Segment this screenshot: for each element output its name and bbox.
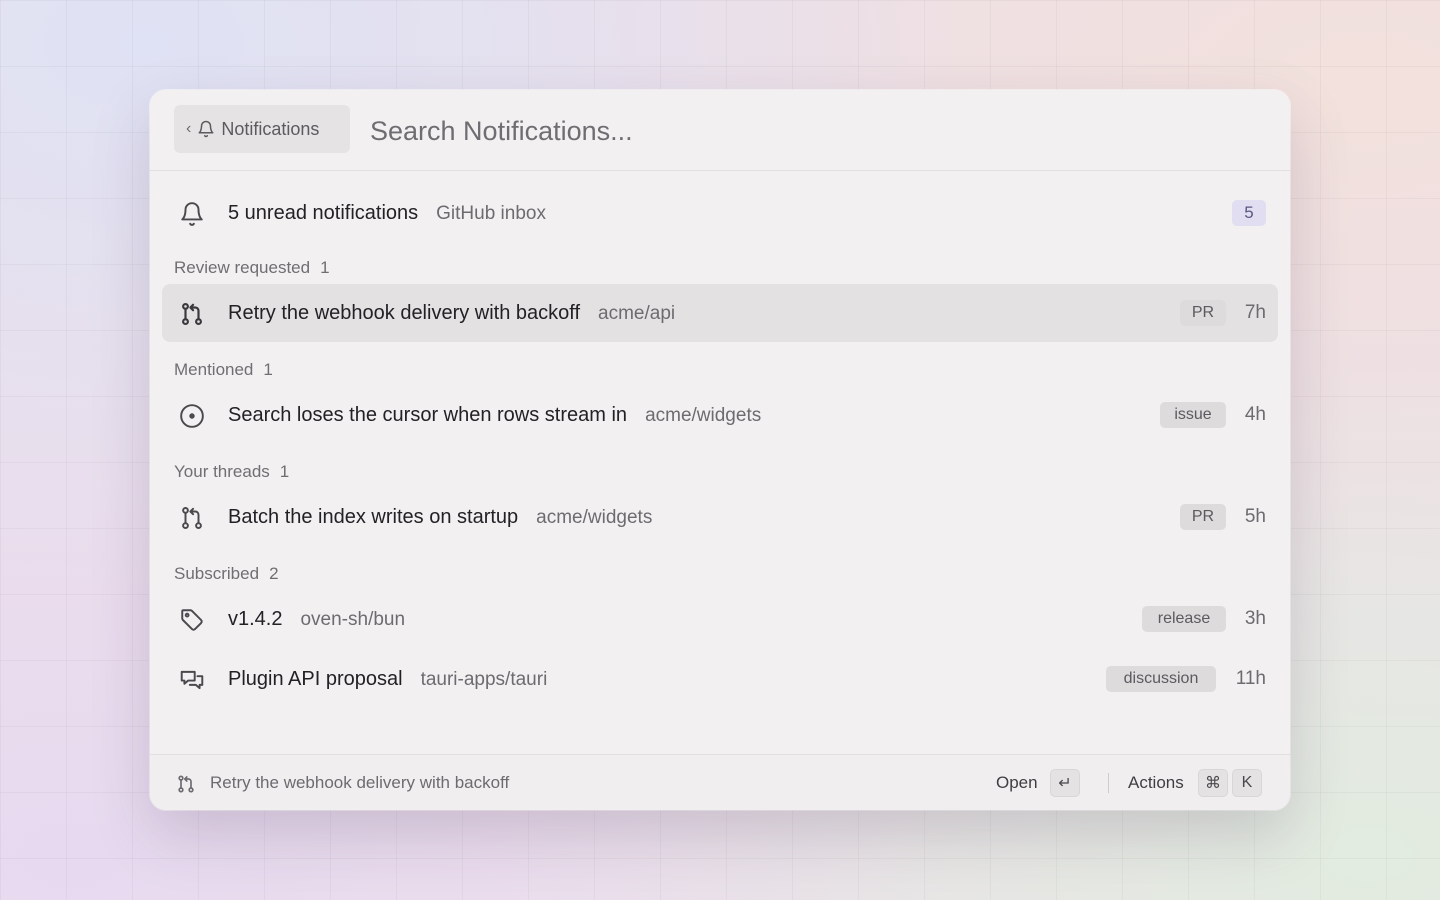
- pull-request-icon: [179, 301, 205, 327]
- section-count: 1: [263, 360, 273, 379]
- notification-age: 5h: [1244, 506, 1266, 527]
- notification-title: Batch the index writes on startup: [228, 505, 519, 528]
- unread-count-badge: 5: [1232, 200, 1266, 226]
- section-label: Review requested: [174, 258, 311, 277]
- notification-row[interactable]: Retry the webhook delivery with backoff a…: [162, 284, 1278, 342]
- section-header-review-requested: Review requested 1: [174, 258, 330, 278]
- type-badge: release: [1142, 606, 1226, 632]
- cmd-key-hint: ⌘: [1198, 769, 1228, 797]
- section-label: Your threads: [174, 462, 270, 481]
- notification-age: 3h: [1244, 608, 1266, 629]
- section-count: 1: [279, 462, 290, 481]
- selected-item-title: Retry the webhook delivery with backoff: [210, 773, 510, 792]
- tag-icon: [179, 607, 205, 633]
- notifications-window: ‹ Notifications 5 unread notifications Gi…: [150, 90, 1290, 810]
- notification-repo: acme/widgets: [536, 506, 653, 528]
- notification-title: v1.4.2: [228, 607, 283, 630]
- type-badge: discussion: [1106, 666, 1216, 692]
- summary-row[interactable]: 5 unread notifications GitHub inbox 5: [162, 184, 1278, 242]
- open-button[interactable]: Open: [996, 773, 1038, 793]
- footer-divider: [1108, 773, 1109, 793]
- bell-icon: [179, 201, 205, 227]
- section-header-subscribed: Subscribed 2: [174, 564, 279, 584]
- type-badge: PR: [1180, 504, 1226, 530]
- back-button-label: Notifications: [221, 118, 320, 139]
- section-count: 2: [269, 564, 279, 583]
- footer-bar: Retry the webhook delivery with backoff …: [150, 754, 1290, 810]
- k-key-hint: K: [1232, 769, 1262, 797]
- search-input[interactable]: [368, 110, 1252, 152]
- notification-age: 4h: [1244, 404, 1266, 425]
- bell-icon: [197, 120, 215, 138]
- notification-row[interactable]: v1.4.2 oven-sh/bun release 3h: [162, 590, 1278, 648]
- summary-subtitle: GitHub inbox: [436, 202, 546, 224]
- notification-title: Plugin API proposal: [228, 667, 403, 690]
- type-badge: issue: [1160, 402, 1226, 428]
- discussion-icon: [179, 667, 205, 693]
- notification-row[interactable]: Plugin API proposal tauri-apps/tauri disc…: [162, 650, 1278, 708]
- enter-key-hint: ↵: [1050, 769, 1080, 797]
- actions-button[interactable]: Actions: [1128, 773, 1184, 793]
- notification-repo: acme/widgets: [645, 404, 762, 426]
- notification-row[interactable]: Batch the index writes on startup acme/wi…: [162, 488, 1278, 546]
- pull-request-icon: [176, 774, 196, 794]
- summary-title: 5 unread notifications: [228, 201, 419, 224]
- pull-request-icon: [179, 505, 205, 531]
- section-label: Subscribed: [174, 564, 260, 583]
- section-header-mentioned: Mentioned 1: [174, 360, 273, 380]
- header: ‹ Notifications: [150, 90, 1290, 171]
- section-label: Mentioned: [174, 360, 254, 379]
- back-button[interactable]: ‹ Notifications: [174, 105, 350, 153]
- notification-row[interactable]: Search loses the cursor when rows stream…: [162, 386, 1278, 444]
- notification-age: 7h: [1244, 302, 1266, 323]
- section-header-your-threads: Your threads 1: [174, 462, 289, 482]
- notification-age: 11h: [1235, 668, 1266, 689]
- type-badge: PR: [1180, 300, 1226, 326]
- notification-repo: tauri-apps/tauri: [420, 668, 548, 690]
- notification-title: Search loses the cursor when rows stream…: [228, 403, 628, 426]
- chevron-left-icon: ‹: [186, 120, 192, 137]
- notification-repo: oven-sh/bun: [300, 608, 406, 630]
- section-count: 1: [320, 258, 330, 277]
- notification-repo: acme/api: [598, 302, 676, 324]
- notification-title: Retry the webhook delivery with backoff: [228, 301, 581, 324]
- issue-icon: [179, 403, 205, 429]
